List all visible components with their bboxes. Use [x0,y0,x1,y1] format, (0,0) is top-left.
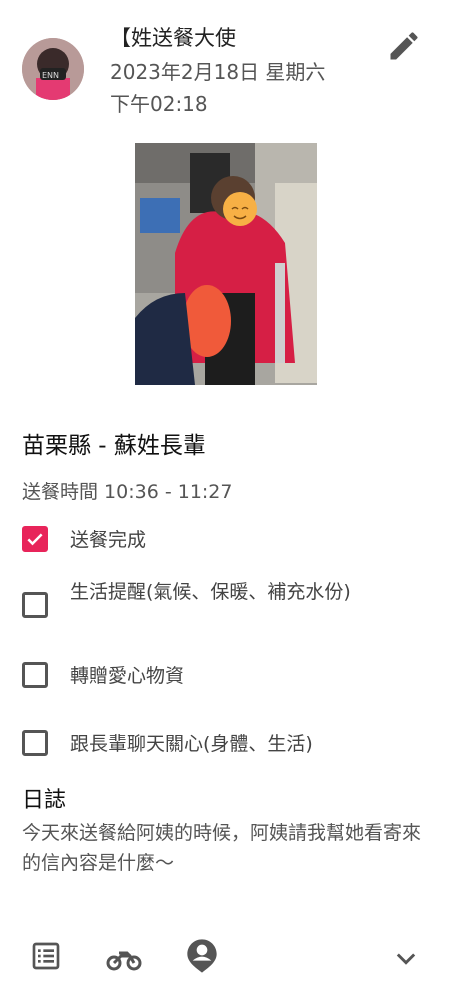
record-time: 下午02:18 [110,92,208,116]
checkbox-checked[interactable] [22,526,48,552]
list-icon[interactable] [30,940,62,976]
chevron-down-icon[interactable] [392,944,420,976]
task-label: 轉贈愛心物資 [70,665,185,687]
task-delivery-complete[interactable]: 送餐完成 [22,524,390,556]
task-label: 跟長輩聊天關心(身體、生活) [70,733,313,755]
task-label: 生活提醒(氣候、保暖、補充水份) [70,581,351,603]
avatar: ENN [22,38,84,100]
record-date: 2023年2月18日 星期六 [110,60,326,84]
svg-text:ENN: ENN [42,71,59,80]
motorcycle-icon[interactable] [106,944,142,976]
location-person-icon[interactable] [186,938,218,978]
delivery-photo [135,143,317,385]
task-donate-supplies[interactable]: 轉贈愛心物資 [22,660,390,692]
pencil-icon[interactable] [386,28,422,64]
task-life-reminder[interactable]: 生活提醒(氣候、保暖、補充水份) [22,576,390,618]
checkbox-unchecked[interactable] [22,592,48,618]
task-label: 送餐完成 [70,529,147,551]
log-body: 今天來送餐給阿姨的時候，阿姨請我幫她看寄來的信內容是什麼～ [22,822,422,874]
task-chat-care[interactable]: 跟長輩聊天關心(身體、生活) [22,728,390,760]
recipient-location: 苗栗縣 - 蘇姓長輩 [22,433,206,459]
delivery-time: 送餐時間 10:36 - 11:27 [22,481,233,503]
page-title: 【姓送餐大使 [110,26,236,50]
log-title: 日誌 [22,788,67,813]
checkbox-unchecked[interactable] [22,730,48,756]
checkbox-unchecked[interactable] [22,662,48,688]
